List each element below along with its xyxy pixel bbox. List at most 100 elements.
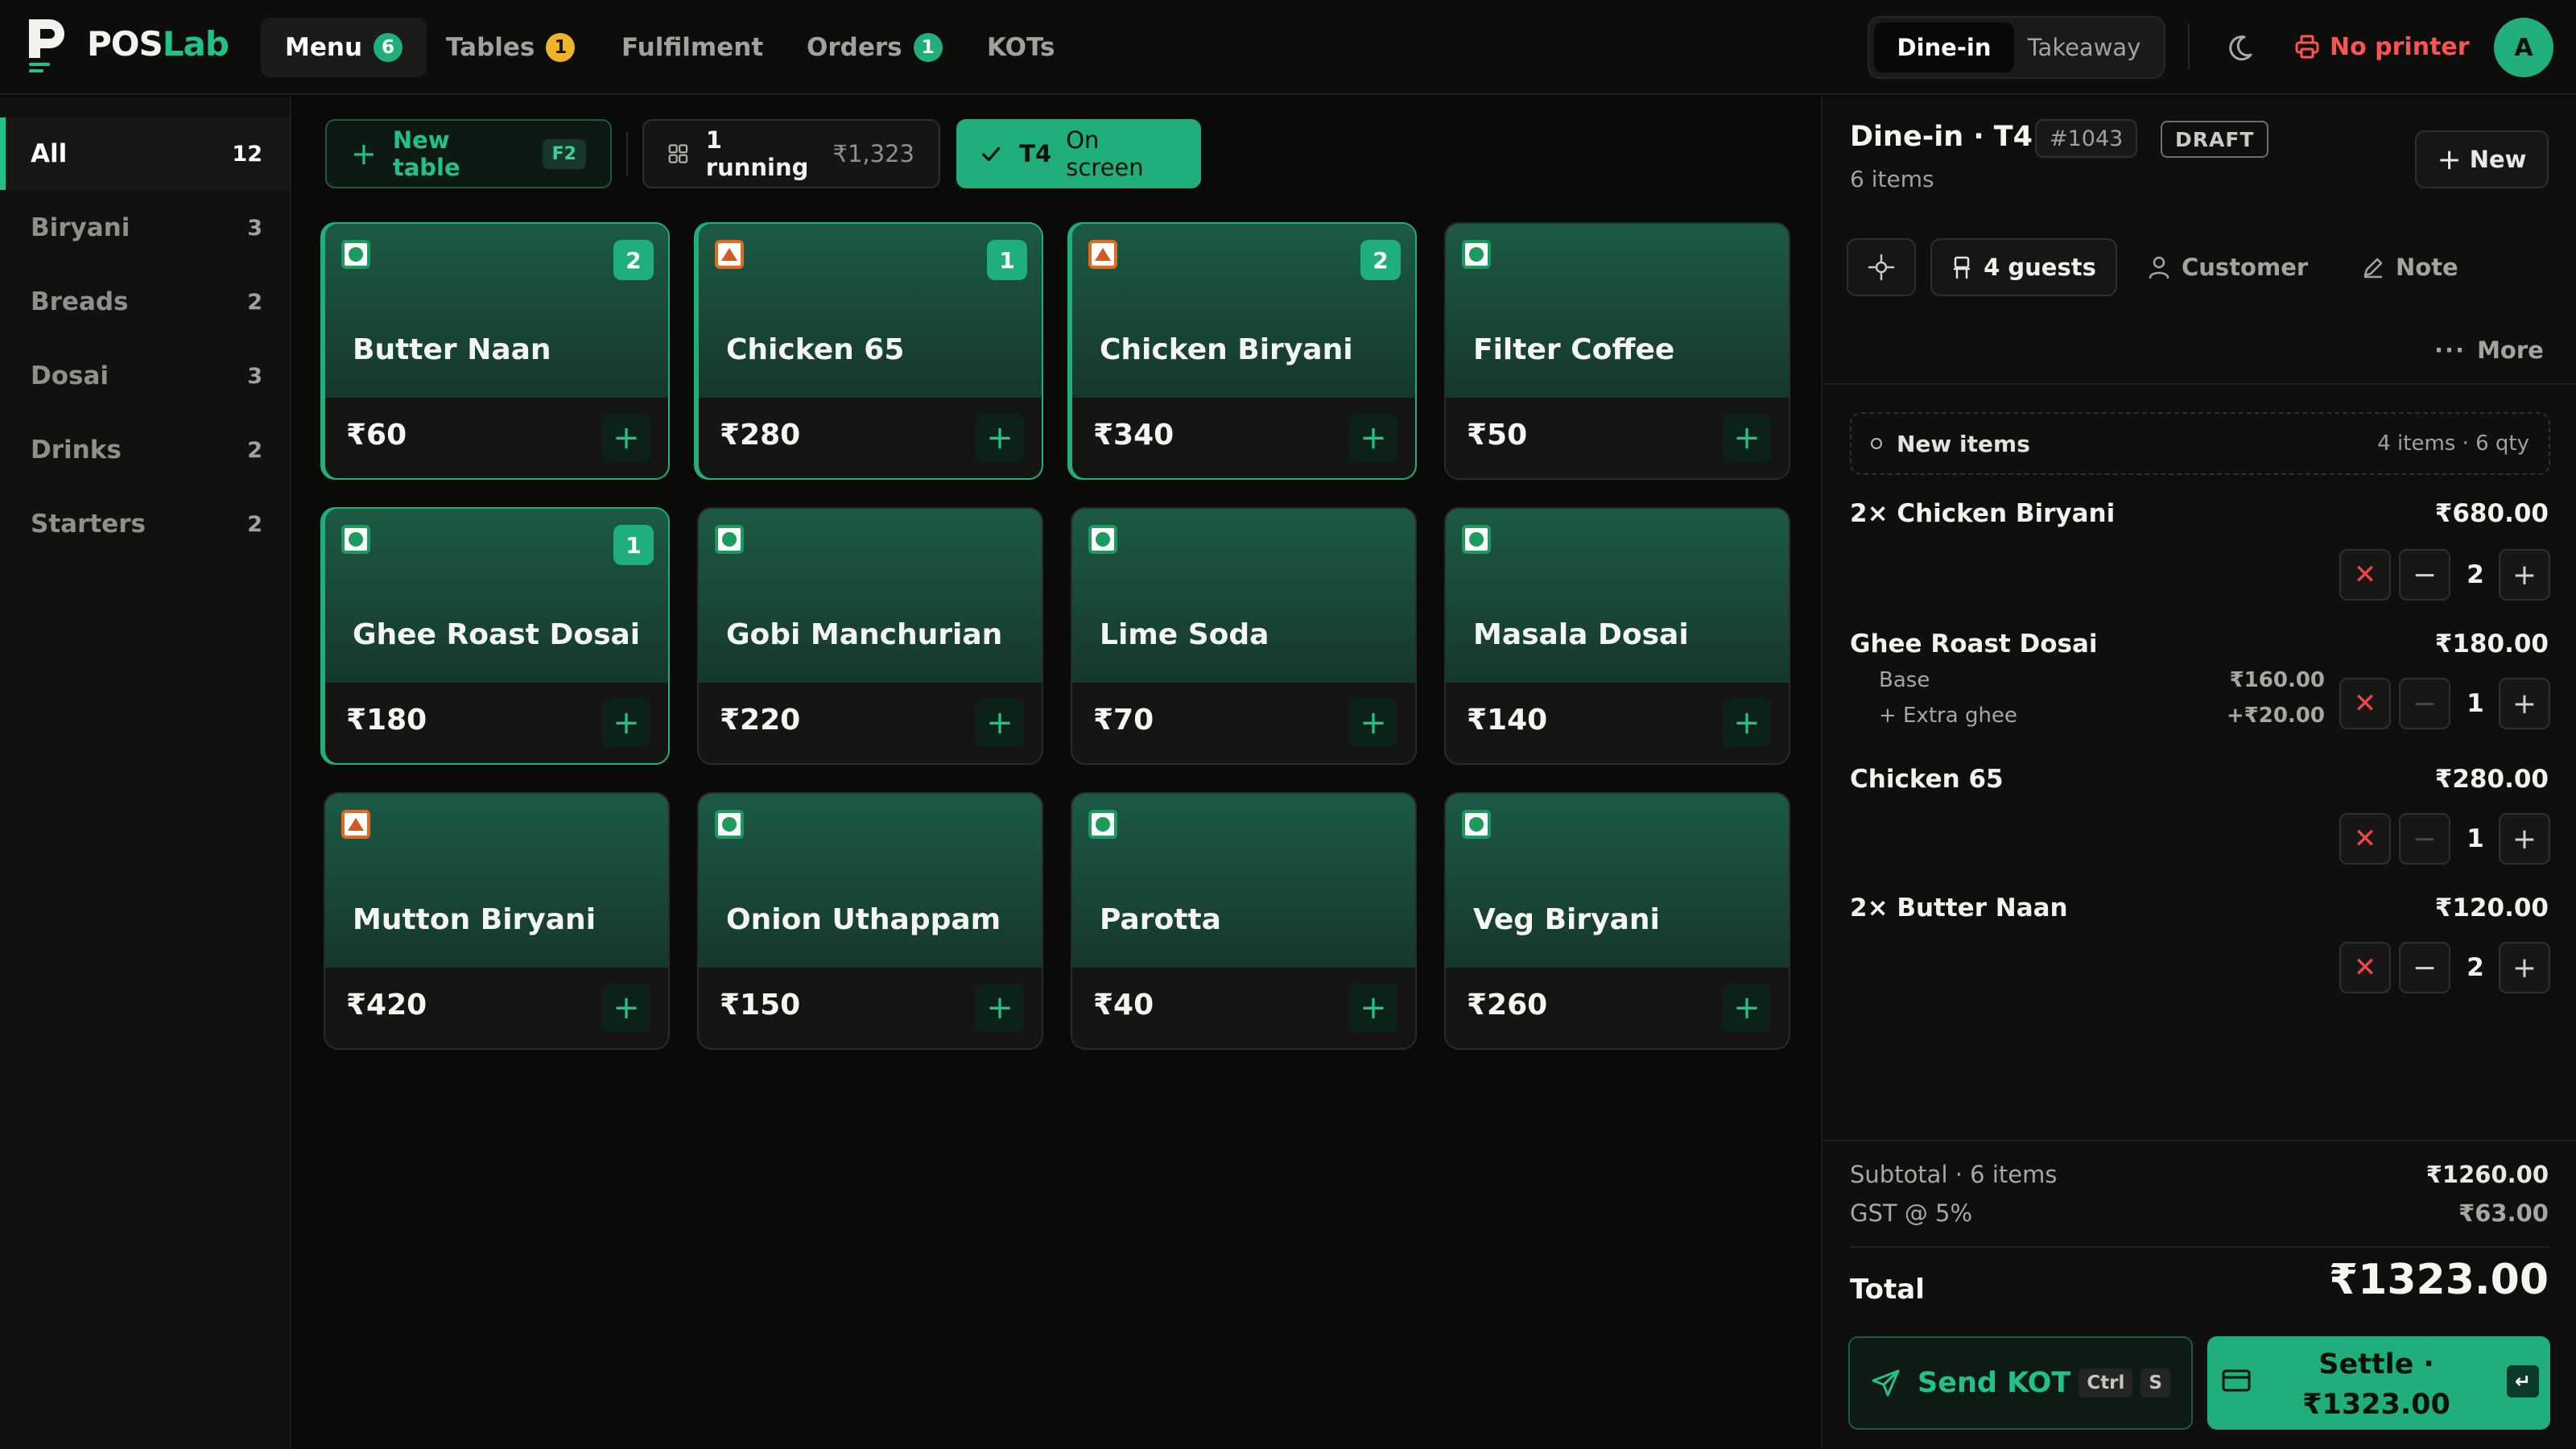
remove-item-button[interactable]: ✕ — [2339, 813, 2391, 865]
split-table-button[interactable] — [1847, 238, 1916, 296]
veg-indicator-icon — [1088, 525, 1117, 554]
remove-item-button[interactable]: ✕ — [2339, 549, 2391, 601]
current-table-name: T4 — [1019, 140, 1052, 167]
menu-item-name: Onion Uthappam — [726, 903, 1001, 936]
menu-item-card[interactable]: Filter Coffee ₹50 + — [1444, 222, 1790, 480]
tab-label: Orders — [807, 33, 902, 62]
tab-label: Tables — [446, 33, 535, 62]
decrease-qty-button[interactable]: − — [2399, 678, 2450, 729]
crosshair-icon — [1868, 254, 1895, 281]
send-kot-button[interactable]: Send KOT Ctrl S — [1848, 1336, 2193, 1430]
add-item-button[interactable]: + — [976, 984, 1024, 1032]
new-order-button[interactable]: + New — [2415, 130, 2549, 188]
avatar[interactable]: A — [2494, 18, 2553, 77]
menu-item-price: ₹60 — [346, 419, 407, 452]
menu-area: + New table F2 1 running ₹1,323 T4 On sc… — [293, 97, 1819, 1449]
menu-item-card[interactable]: 1 Ghee Roast Dosai ₹180 + — [324, 507, 670, 765]
order-line-total: ₹120.00 — [2434, 894, 2549, 923]
tab-menu[interactable]: Menu 6 — [261, 18, 427, 77]
card-image-area — [1072, 794, 1415, 968]
tab-count-badge: 1 — [546, 33, 576, 62]
more-button[interactable]: ··· More — [2434, 314, 2544, 386]
menu-item-card[interactable]: Veg Biryani ₹260 + — [1444, 792, 1790, 1050]
menu-item-price: ₹420 — [346, 989, 427, 1022]
customer-button[interactable]: Customer — [2148, 238, 2308, 296]
line-qty: 2 — [2467, 560, 2484, 589]
settle-button[interactable]: Settle · ₹1323.00 ↵ — [2207, 1336, 2550, 1430]
add-item-button[interactable]: + — [602, 414, 650, 462]
add-item-button[interactable]: + — [1723, 699, 1771, 747]
add-item-button[interactable]: + — [602, 984, 650, 1032]
running-tables-button[interactable]: 1 running ₹1,323 — [642, 119, 940, 188]
pencil-icon — [2363, 258, 2383, 279]
increase-qty-button[interactable]: + — [2499, 942, 2550, 993]
tab-label: Menu — [285, 33, 363, 62]
card-image-area — [1446, 224, 1789, 398]
printer-status[interactable]: No printer — [2294, 24, 2470, 69]
increase-qty-button[interactable]: + — [2499, 549, 2550, 601]
add-item-button[interactable]: + — [1349, 984, 1397, 1032]
tab-fulfilment[interactable]: Fulfilment — [597, 18, 787, 77]
tab-kots[interactable]: KOTs — [963, 18, 1079, 77]
current-table-chip[interactable]: T4 On screen — [956, 119, 1201, 188]
settle-label: Settle · ₹1323.00 — [2256, 1344, 2497, 1425]
veg-indicator-icon — [1462, 525, 1491, 554]
decrease-qty-button[interactable]: − — [2399, 942, 2450, 993]
menu-item-card[interactable]: Masala Dosai ₹140 + — [1444, 507, 1790, 765]
remove-item-button[interactable]: ✕ — [2339, 678, 2391, 729]
category-drinks[interactable]: Drinks 2 — [0, 414, 290, 486]
guests-button[interactable]: 4 guests — [1930, 238, 2117, 296]
menu-item-card[interactable]: Parotta ₹40 + — [1071, 792, 1417, 1050]
new-table-button[interactable]: + New table F2 — [325, 119, 612, 188]
increase-qty-button[interactable]: + — [2499, 678, 2550, 729]
menu-item-card[interactable]: Lime Soda ₹70 + — [1071, 507, 1417, 765]
remove-item-button[interactable]: ✕ — [2339, 942, 2391, 993]
veg-indicator-icon — [715, 810, 744, 839]
menu-item-price: ₹340 — [1093, 419, 1174, 452]
moon-icon[interactable] — [2223, 32, 2256, 64]
category-breads[interactable]: Breads 2 — [0, 266, 290, 338]
menu-item-card[interactable]: 1 Chicken 65 ₹280 + — [697, 222, 1043, 480]
category-biryani[interactable]: Biryani 3 — [0, 192, 290, 264]
modifier-label: + Extra ghee — [1879, 704, 2017, 728]
decrease-qty-button[interactable]: − — [2399, 813, 2450, 865]
decrease-qty-button[interactable]: − — [2399, 549, 2450, 601]
in-cart-qty-badge: 2 — [1360, 240, 1401, 280]
add-item-button[interactable]: + — [1723, 414, 1771, 462]
increase-qty-button[interactable]: + — [2499, 813, 2550, 865]
customer-label: Customer — [2182, 254, 2309, 281]
menu-item-name: Masala Dosai — [1473, 618, 1689, 651]
category-label: Dosai — [31, 361, 109, 390]
category-starters[interactable]: Starters 2 — [0, 488, 290, 560]
tab-orders[interactable]: Orders 1 — [782, 18, 967, 77]
new-items-label: New items — [1897, 430, 2030, 457]
add-item-button[interactable]: + — [1349, 699, 1397, 747]
menu-item-name: Chicken 65 — [726, 333, 905, 366]
order-number: #1043 — [2035, 119, 2138, 158]
gst-label: GST @ 5% — [1850, 1199, 1973, 1227]
category-dosai[interactable]: Dosai 3 — [0, 340, 290, 412]
menu-item-card[interactable]: Gobi Manchurian ₹220 + — [697, 507, 1043, 765]
tab-tables[interactable]: Tables 1 — [422, 18, 599, 77]
menu-item-name: Ghee Roast Dosai — [353, 618, 641, 651]
menu-item-card[interactable]: 2 Chicken Biryani ₹340 + — [1071, 222, 1417, 480]
menu-item-card[interactable]: 2 Butter Naan ₹60 + — [324, 222, 670, 480]
veg-indicator-icon — [715, 525, 744, 554]
menu-item-card[interactable]: Mutton Biryani ₹420 + — [324, 792, 670, 1050]
mode-takeaway[interactable]: Takeaway — [2014, 23, 2154, 72]
category-all[interactable]: All 12 — [0, 118, 290, 190]
add-item-button[interactable]: + — [976, 414, 1024, 462]
add-item-button[interactable]: + — [1723, 984, 1771, 1032]
add-item-button[interactable]: + — [602, 699, 650, 747]
status-badge: DRAFT — [2161, 121, 2269, 158]
new-items-section: New items 4 items · 6 qty — [1850, 412, 2550, 475]
mode-dine-in[interactable]: Dine-in — [1874, 23, 2014, 72]
user-icon — [2149, 256, 2169, 279]
modifier-label: Base — [1879, 668, 1930, 692]
menu-item-price: ₹50 — [1467, 419, 1528, 452]
add-item-button[interactable]: + — [976, 699, 1024, 747]
note-button[interactable]: Note — [2362, 238, 2458, 296]
menu-item-card[interactable]: Onion Uthappam ₹150 + — [697, 792, 1043, 1050]
shortcut-key: Ctrl — [2079, 1368, 2133, 1397]
add-item-button[interactable]: + — [1349, 414, 1397, 462]
